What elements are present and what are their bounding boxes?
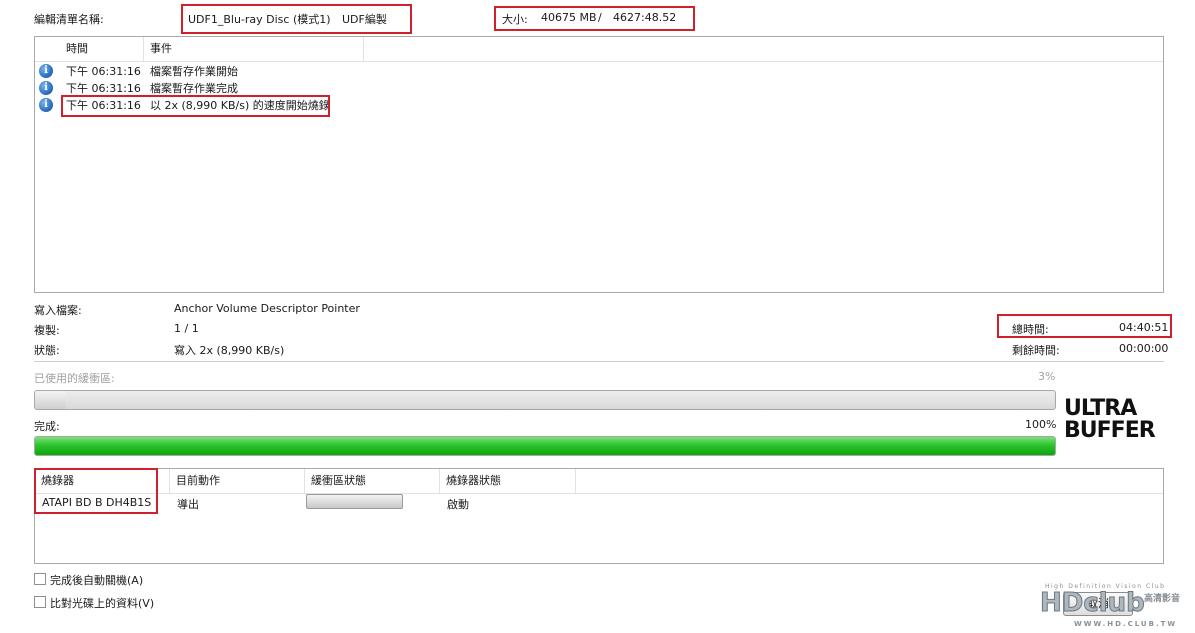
state-value: 寫入 2x (8,990 KB/s) <box>174 344 285 357</box>
log-event: 檔案暫存作業開始 <box>150 65 238 78</box>
recorder-state: 啟動 <box>447 498 469 511</box>
buffer-percent: 3% <box>1038 370 1056 383</box>
remaining-time-label: 剩餘時間: <box>1012 344 1060 357</box>
recorder-header: 燒錄器 目前動作 緩衝區狀態 燒錄器狀態 <box>35 469 1163 494</box>
recorder-row[interactable]: ATAPI BD B DH4B1S 導出 啟動 <box>35 493 1163 513</box>
buffer-progress-fill <box>35 391 66 409</box>
log-col-time[interactable]: 時間 <box>60 37 144 61</box>
compilation-name-label: 編輯清單名稱: <box>34 13 104 26</box>
highlight-box-size <box>494 6 695 31</box>
buffer-progress-bar <box>34 390 1056 410</box>
complete-percent: 100% <box>1025 418 1057 431</box>
highlight-box-disc <box>181 4 412 34</box>
log-col-event[interactable]: 事件 <box>144 37 364 61</box>
recorder-buffer-bar <box>306 494 403 509</box>
event-log-panel[interactable]: 時間 事件 i 下午 06:31:16 檔案暫存作業開始 i 下午 06:31:… <box>34 36 1164 293</box>
watermark-brand: HDclub <box>1040 588 1146 618</box>
info-icon: i <box>39 98 53 112</box>
verify-disc-label[interactable]: 比對光碟上的資料(V) <box>50 595 154 611</box>
ultra-buffer-logo-line2: BUFFER <box>1064 418 1156 443</box>
log-time: 下午 06:31:16 <box>66 65 141 78</box>
ultra-buffer-logo-line1: ULTRA <box>1064 396 1137 421</box>
auto-shutdown-checkbox[interactable] <box>34 573 46 585</box>
copy-label: 複製: <box>34 324 60 337</box>
recorder-col-buffer[interactable]: 緩衝區狀態 <box>305 469 440 493</box>
auto-shutdown-label[interactable]: 完成後自動關機(A) <box>50 572 143 588</box>
writing-file-value: Anchor Volume Descriptor Pointer <box>174 302 360 315</box>
verify-disc-checkbox[interactable] <box>34 596 46 608</box>
watermark-cn: 高清影音 <box>1144 594 1181 604</box>
watermark-url: WWW.HD.CLUB.TW <box>1074 620 1178 628</box>
divider <box>34 361 1164 362</box>
buffer-label: 已使用的緩衝區: <box>34 372 115 385</box>
highlight-box-recorder <box>34 468 158 514</box>
highlight-box-log <box>61 95 330 117</box>
recorder-panel[interactable]: 燒錄器 目前動作 緩衝區狀態 燒錄器狀態 ATAPI BD B DH4B1S 導… <box>34 468 1164 564</box>
remaining-time-value: 00:00:00 <box>1119 342 1169 355</box>
recorder-col-action[interactable]: 目前動作 <box>170 469 305 493</box>
recorder-col-status[interactable]: 燒錄器狀態 <box>440 469 576 493</box>
log-header: 時間 事件 <box>35 37 1163 62</box>
copy-value: 1 / 1 <box>174 322 199 335</box>
state-label: 狀態: <box>34 344 60 357</box>
complete-label: 完成: <box>34 420 60 433</box>
recorder-action: 導出 <box>177 498 199 511</box>
info-icon: i <box>39 81 53 95</box>
writing-file-label: 寫入檔案: <box>34 304 82 317</box>
info-icon: i <box>39 64 53 78</box>
complete-progress-bar <box>34 436 1056 456</box>
highlight-box-total-time <box>997 314 1172 338</box>
complete-progress-fill <box>35 437 1055 455</box>
